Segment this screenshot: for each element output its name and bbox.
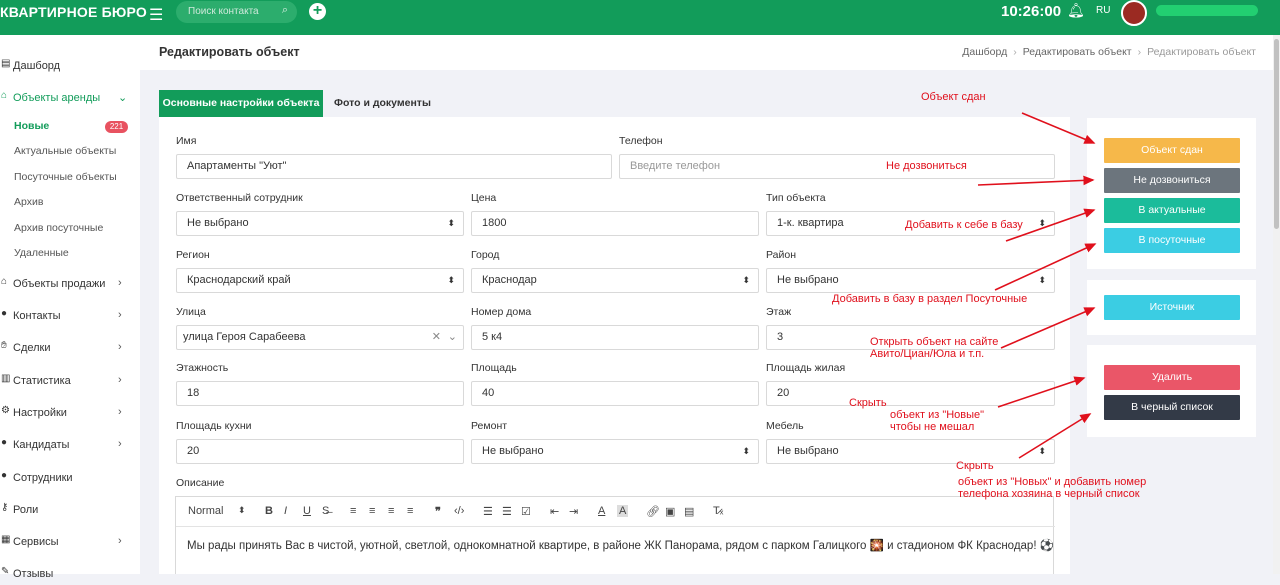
arrow-source (1000, 307, 1096, 349)
annotation-arrows (977, 112, 1097, 459)
arrow-to-daily (994, 243, 1097, 291)
arrow-to-actual (1005, 208, 1096, 242)
arrow-rented (1021, 112, 1096, 144)
arrow-blacklist (1018, 413, 1092, 459)
arrow-delete (997, 376, 1086, 408)
arrow-no-answer (977, 175, 1095, 186)
